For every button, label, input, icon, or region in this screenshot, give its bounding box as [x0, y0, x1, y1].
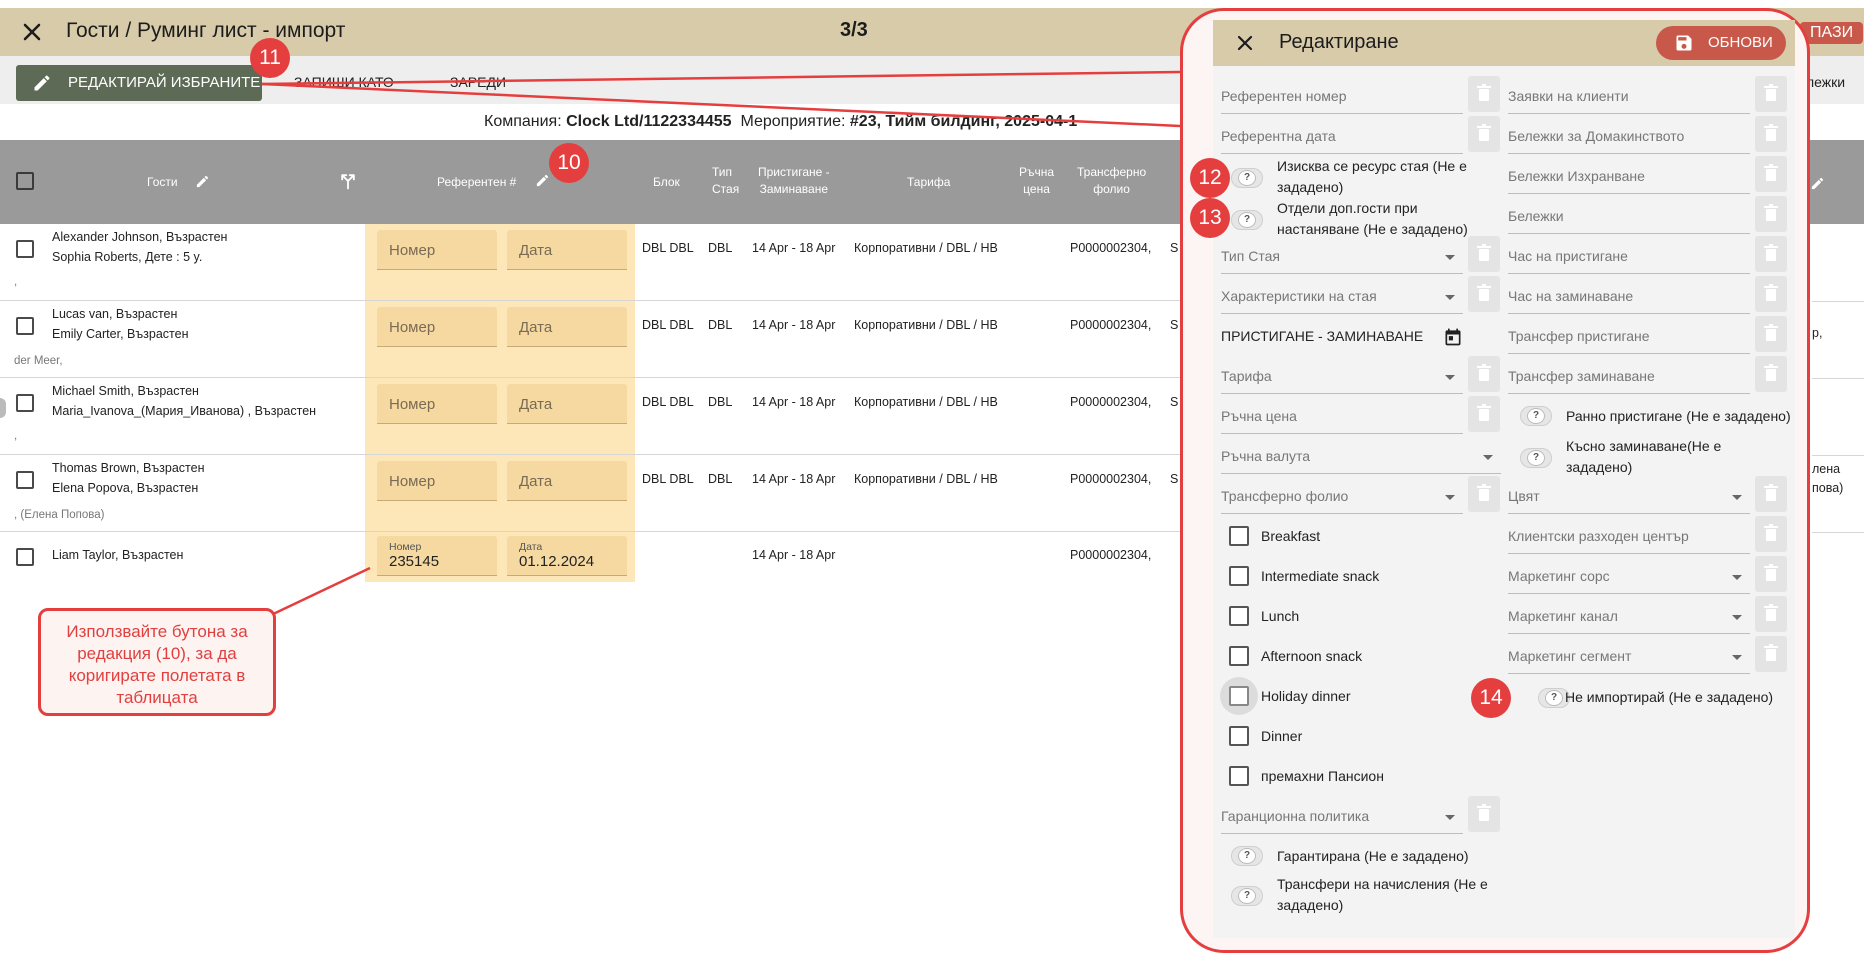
tooltip-callout: Използвайте бутона за редакция (10), за … — [38, 608, 276, 716]
question-icon: ? — [1527, 450, 1545, 466]
trash-icon[interactable] — [1468, 356, 1500, 392]
meal-label: Dinner — [1261, 728, 1303, 744]
calendar-icon[interactable] — [1443, 327, 1463, 347]
trash-icon[interactable] — [1755, 636, 1787, 672]
guaranteed-toggle[interactable]: ? — [1231, 846, 1263, 866]
remove-board-checkbox[interactable] — [1229, 766, 1249, 786]
question-icon: ? — [1545, 690, 1563, 706]
marketing-source-select[interactable]: Маркетинг сорс — [1508, 556, 1750, 594]
client-requests-field[interactable]: Заявки на клиенти — [1508, 76, 1750, 114]
close-icon[interactable] — [1233, 31, 1257, 55]
manual-price-field[interactable]: Ръчна цена — [1221, 396, 1463, 434]
trash-icon[interactable] — [1468, 396, 1500, 432]
ref-date-field[interactable]: Референтна дата — [1221, 116, 1463, 154]
trash-icon[interactable] — [1468, 76, 1500, 112]
trash-icon[interactable] — [1468, 116, 1500, 152]
trash-icon[interactable] — [1755, 596, 1787, 632]
ref-number-field[interactable]: Референтен номер — [1221, 76, 1463, 114]
panel-header: Редактиране ОБНОВИ — [1213, 20, 1795, 66]
meal-checkbox[interactable] — [1229, 606, 1249, 626]
room-resource-toggle[interactable]: ? — [1231, 168, 1263, 188]
arrival-departure-label: ПРИСТИГАНЕ - ЗАМИНАВАНЕ — [1221, 328, 1424, 344]
marketing-segment-select[interactable]: Маркетинг сегмент — [1508, 636, 1750, 674]
early-arrival-toggle[interactable]: ? — [1520, 406, 1552, 426]
trash-icon[interactable] — [1755, 356, 1787, 392]
badge-13: 13 — [1190, 198, 1230, 238]
meal-label: Afternoon snack — [1261, 648, 1363, 664]
room-resource-label: Изисква се ресурс стая (Не е зададено) — [1277, 158, 1467, 195]
departure-transfer-field[interactable]: Трансфер заминаване — [1508, 356, 1750, 394]
meal-label: Lunch — [1261, 608, 1300, 624]
trash-icon[interactable] — [1755, 156, 1787, 192]
meal-checkbox[interactable] — [1229, 566, 1249, 586]
arrival-transfer-field[interactable]: Трансфер пристигане — [1508, 316, 1750, 354]
separate-guests-toggle[interactable]: ? — [1231, 210, 1263, 230]
early-arrival-label: Ранно пристигане (Не е зададено) — [1566, 408, 1791, 424]
notes-field[interactable]: Бележки — [1508, 196, 1750, 234]
rate-select[interactable]: Тарифа — [1221, 356, 1463, 394]
question-icon: ? — [1238, 888, 1256, 904]
do-not-import-label: Не импортирай (Не е зададено) — [1565, 689, 1774, 705]
trash-icon[interactable] — [1755, 76, 1787, 112]
refresh-label: ОБНОВИ — [1708, 34, 1773, 51]
trash-icon[interactable] — [1468, 796, 1500, 832]
trash-icon[interactable] — [1468, 236, 1500, 272]
trash-icon[interactable] — [1755, 236, 1787, 272]
badge-12: 12 — [1190, 158, 1230, 198]
trash-icon[interactable] — [1755, 476, 1787, 512]
question-icon: ? — [1238, 170, 1256, 186]
panel-title: Редактиране — [1279, 31, 1399, 53]
room-type-select[interactable]: Тип Стая — [1221, 236, 1463, 274]
meal-checkbox[interactable] — [1229, 726, 1249, 746]
arrival-time-field[interactable]: Час на пристигане — [1508, 236, 1750, 274]
charge-transfers-label: Трансфери на начисления (Не е зададено) — [1277, 876, 1488, 913]
marketing-channel-select[interactable]: Маркетинг канал — [1508, 596, 1750, 634]
badge-14: 14 — [1471, 678, 1511, 718]
refresh-button[interactable]: ОБНОВИ — [1656, 26, 1786, 60]
trash-icon[interactable] — [1468, 276, 1500, 312]
question-icon: ? — [1527, 408, 1545, 424]
late-departure-label: Късно заминаване(Не е зададено) — [1566, 438, 1722, 475]
cost-center-field[interactable]: Клиентски разходен център — [1508, 516, 1750, 554]
color-select[interactable]: Цвят — [1508, 476, 1750, 514]
housekeeping-notes-field[interactable]: Бележки за Домакинството — [1508, 116, 1750, 154]
remove-board-label: премахни Пансион — [1261, 768, 1384, 784]
question-icon: ? — [1238, 212, 1256, 228]
trash-icon[interactable] — [1755, 196, 1787, 232]
transfer-folio-select[interactable]: Трансферно фолио — [1221, 476, 1463, 514]
manual-currency-select[interactable]: Ръчна валута — [1221, 436, 1501, 474]
guarantee-policy-select[interactable]: Гаранционна политика — [1221, 796, 1463, 834]
meal-label: Holiday dinner — [1261, 688, 1351, 704]
departure-time-field[interactable]: Час на заминаване — [1508, 276, 1750, 314]
trash-icon[interactable] — [1755, 116, 1787, 152]
trash-icon[interactable] — [1755, 556, 1787, 592]
meal-label: Breakfast — [1261, 528, 1321, 544]
meal-checkbox[interactable] — [1229, 686, 1249, 706]
late-departure-toggle[interactable]: ? — [1520, 448, 1552, 468]
guaranteed-label: Гарантирана (Не е зададено) — [1277, 848, 1469, 864]
badge-10: 10 — [549, 143, 589, 183]
edit-panel: Редактиране ОБНОВИ Референтен номер Рефе… — [1213, 20, 1795, 938]
trash-icon[interactable] — [1755, 516, 1787, 552]
charge-transfers-toggle[interactable]: ? — [1231, 886, 1263, 906]
meal-checkbox[interactable] — [1229, 646, 1249, 666]
food-notes-field[interactable]: Бележки Изхранване — [1508, 156, 1750, 194]
badge-11: 11 — [250, 38, 290, 78]
meal-checkbox[interactable] — [1229, 526, 1249, 546]
trash-icon[interactable] — [1755, 316, 1787, 352]
question-icon: ? — [1238, 848, 1256, 864]
room-features-select[interactable]: Характеристики на стая — [1221, 276, 1463, 314]
meal-label: Intermediate snack — [1261, 568, 1380, 584]
floppy-icon — [1676, 35, 1692, 51]
trash-icon[interactable] — [1755, 276, 1787, 312]
separate-guests-label: Отдели доп.гости при настаняване (Не е з… — [1277, 200, 1468, 237]
trash-icon[interactable] — [1468, 476, 1500, 512]
